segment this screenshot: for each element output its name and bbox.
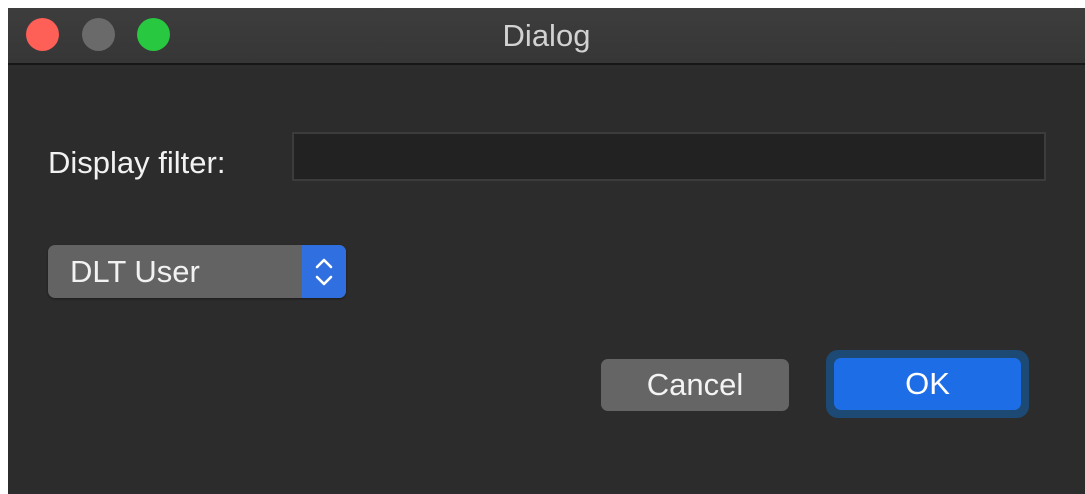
window-title: Dialog	[502, 18, 591, 53]
protocol-popup-button[interactable]: DLT User	[48, 245, 346, 298]
popup-arrows-icon	[302, 245, 346, 298]
cancel-button[interactable]: Cancel	[601, 359, 789, 411]
dialog-window: Dialog Display filter: DLT User Cancel O…	[8, 8, 1085, 494]
title-bar[interactable]: Dialog	[8, 8, 1085, 65]
display-filter-label: Display filter:	[48, 145, 226, 180]
display-filter-input[interactable]	[292, 132, 1046, 181]
ok-button-focus-ring: OK	[826, 350, 1029, 418]
protocol-popup-value: DLT User	[70, 254, 200, 289]
ok-button[interactable]: OK	[834, 358, 1021, 410]
